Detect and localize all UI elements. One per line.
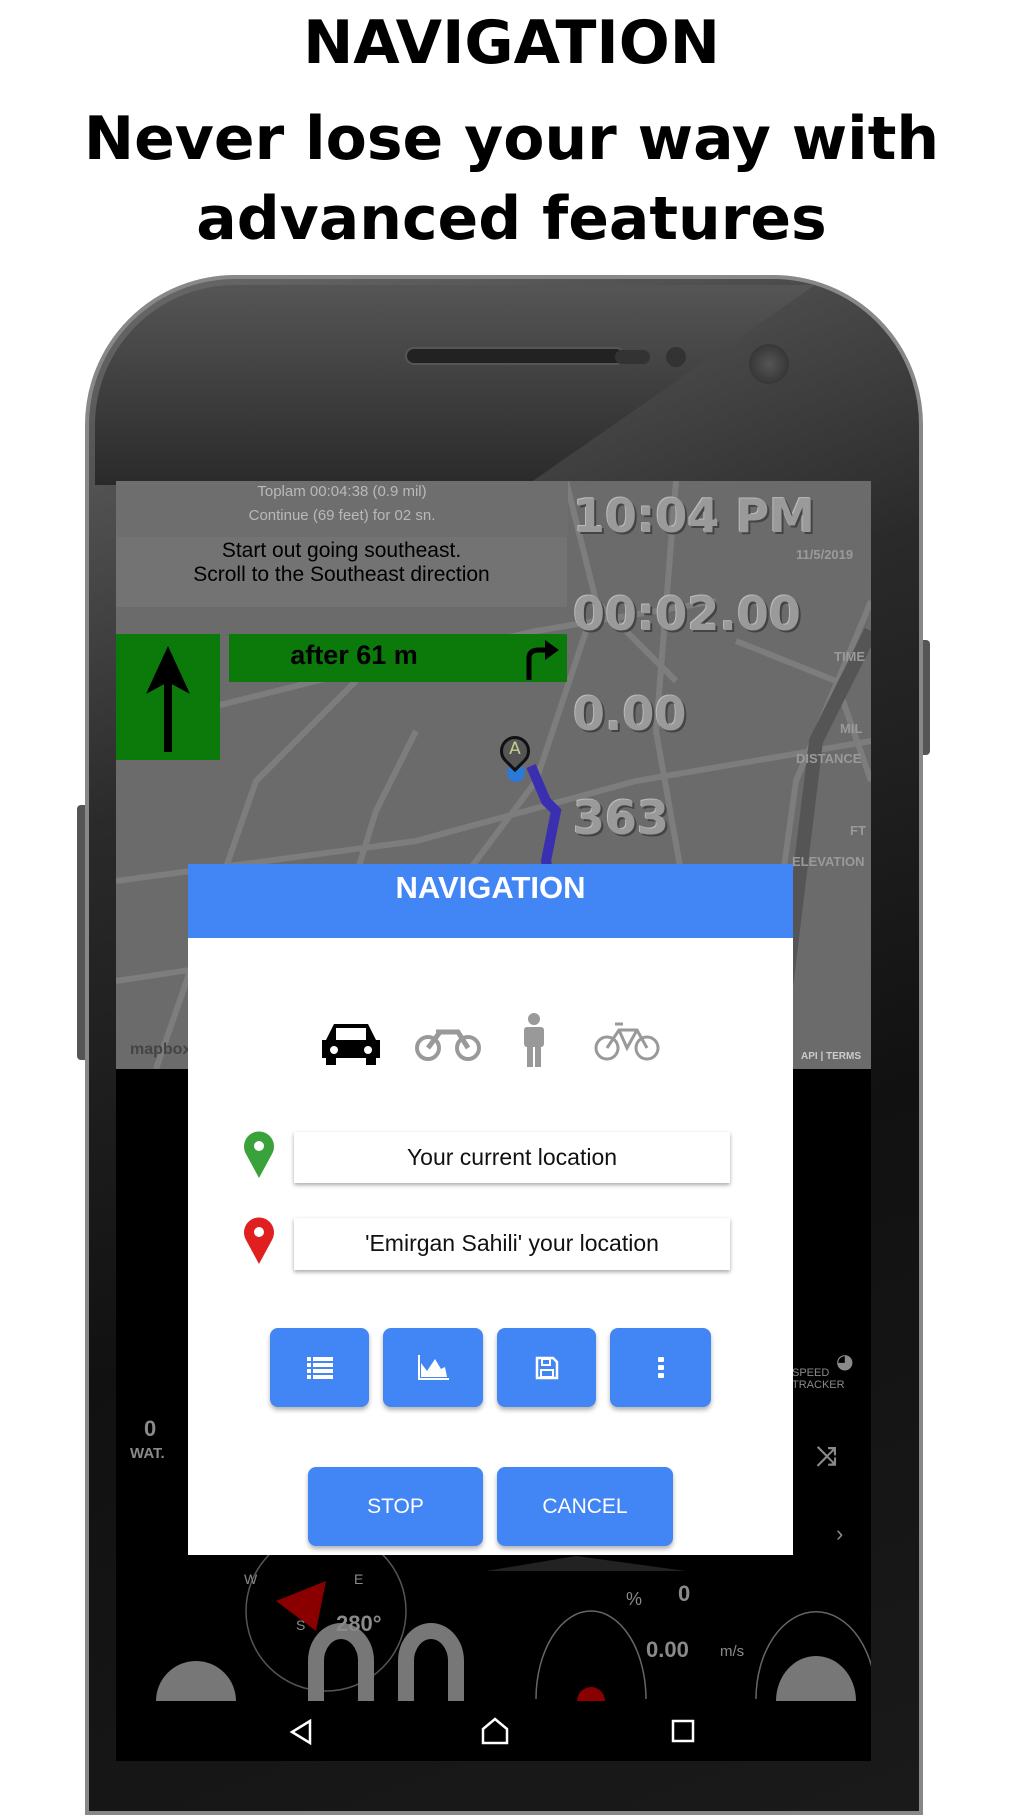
phone-sensor xyxy=(615,350,650,364)
origin-pin-icon xyxy=(244,1131,274,1178)
arrow-up-icon xyxy=(146,646,190,752)
percent-symbol: % xyxy=(626,1589,643,1609)
recents-icon[interactable] xyxy=(671,1719,695,1743)
promo-subtitle-2: advanced features xyxy=(196,184,827,254)
car-icon[interactable] xyxy=(320,1018,382,1066)
cancel-button[interactable]: CANCEL xyxy=(497,1467,673,1546)
walking-icon[interactable] xyxy=(518,1012,550,1068)
instruction-box: Start out going southeast. Scroll to the… xyxy=(116,537,567,607)
elevation-chart-button[interactable] xyxy=(383,1328,483,1407)
direction-sign xyxy=(116,634,220,760)
dialog-title: NAVIGATION xyxy=(188,864,793,938)
promo-subtitle-1: Never lose your way with xyxy=(83,104,940,174)
percent-value: 0 xyxy=(678,1581,691,1606)
marker-a-label: A xyxy=(509,739,521,759)
motorcycle-icon[interactable] xyxy=(414,1018,482,1062)
speed-tracker-label[interactable]: SPEED TRACKER xyxy=(792,1367,871,1391)
elevation-value: 363 xyxy=(573,791,670,845)
speed-value: 0.00 xyxy=(646,1637,689,1662)
compass-east: E xyxy=(354,1571,364,1587)
chevron-right-icon[interactable]: › xyxy=(836,1521,843,1547)
compass-south: S xyxy=(296,1617,306,1633)
time-label: TIME xyxy=(834,649,866,664)
clock: 10:04 PM xyxy=(573,489,815,543)
android-nav-bar xyxy=(116,1701,871,1761)
dashboard-gauges xyxy=(156,1551,871,1701)
route-summary: Toplam 00:04:38 (0.9 mil) xyxy=(257,483,427,500)
directions-list-button[interactable] xyxy=(270,1328,369,1407)
wat-label: WAT. xyxy=(130,1445,165,1462)
date: 11/5/2019 xyxy=(796,547,854,562)
promo-title: NAVIGATION xyxy=(303,8,720,78)
compass-west: W xyxy=(244,1571,258,1587)
stop-button[interactable]: STOP xyxy=(308,1467,483,1546)
next-turn-distance: after 61 m xyxy=(290,640,418,670)
distance-unit: MIL xyxy=(840,721,863,736)
home-icon[interactable] xyxy=(480,1717,510,1745)
shuffle-icon[interactable]: ⤨ xyxy=(816,1441,837,1473)
instruction-line-2: Scroll to the Southeast direction xyxy=(193,563,490,586)
navigation-dialog: NAVIGATION Your current location 'Emirga… xyxy=(188,864,793,1555)
elapsed-time: 00:02.00 xyxy=(573,587,801,641)
heading-value: 280° xyxy=(336,1611,382,1636)
map-attribution[interactable]: mapbox xyxy=(130,1041,191,1059)
map-terms-link[interactable]: API | TERMS xyxy=(801,1051,861,1062)
elevation-label: ELEVATION xyxy=(792,854,865,869)
more-options-button[interactable] xyxy=(610,1328,711,1407)
phone-camera xyxy=(749,344,789,384)
phone-sensor xyxy=(666,347,686,367)
area-chart-icon xyxy=(418,1354,449,1380)
wat-value: 0 xyxy=(144,1416,157,1441)
origin-input[interactable]: Your current location xyxy=(294,1132,730,1183)
instruction-line-1: Start out going southeast. xyxy=(221,539,462,562)
turn-right-icon xyxy=(526,640,559,680)
speed-unit: m/s xyxy=(720,1643,745,1660)
destination-input[interactable]: 'Emirgan Sahili' your location xyxy=(294,1218,730,1270)
elevation-unit: FT xyxy=(850,823,866,838)
destination-pin-icon xyxy=(244,1217,274,1264)
list-icon xyxy=(306,1356,333,1379)
back-icon[interactable] xyxy=(288,1719,314,1745)
more-vertical-icon xyxy=(657,1356,664,1378)
save-route-button[interactable] xyxy=(497,1328,596,1407)
phone-speaker xyxy=(405,347,625,365)
distance-label: DISTANCE xyxy=(796,751,862,766)
save-icon xyxy=(535,1356,558,1379)
continue-text: Continue (69 feet) for 02 sn. xyxy=(248,507,436,524)
distance-value: 0.00 xyxy=(573,687,687,741)
bicycle-icon[interactable] xyxy=(593,1018,661,1062)
next-turn-sign: after 61 m xyxy=(229,634,567,682)
